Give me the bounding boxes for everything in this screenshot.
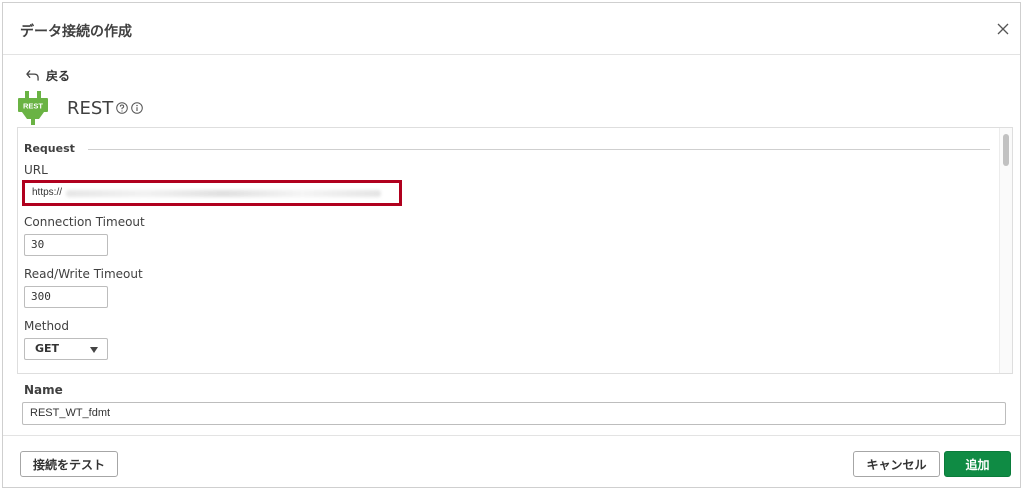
- read-write-timeout-input[interactable]: 300: [24, 286, 108, 308]
- method-label: Method: [24, 319, 70, 333]
- name-input[interactable]: REST_WT_fdmt: [22, 402, 1006, 425]
- back-button[interactable]: 戻る: [25, 67, 70, 84]
- read-write-timeout-label: Read/Write Timeout: [24, 267, 143, 281]
- rest-plug-icon: REST: [18, 91, 48, 125]
- url-highlight-box: https://: [22, 180, 402, 206]
- connection-timeout-label: Connection Timeout: [24, 215, 145, 229]
- scrollbar[interactable]: [999, 128, 1012, 373]
- connector-header: REST REST: [17, 91, 144, 125]
- test-connection-button[interactable]: 接続をテスト: [20, 451, 118, 477]
- section-divider: [88, 149, 990, 150]
- method-value: GET: [35, 342, 60, 355]
- connector-name: REST: [67, 97, 114, 119]
- help-icon[interactable]: [116, 102, 129, 114]
- back-label: 戻る: [46, 69, 71, 83]
- dropdown-caret-icon: [90, 347, 98, 353]
- name-label: Name: [24, 383, 63, 397]
- url-label: URL: [24, 163, 48, 177]
- rest-logo-text: REST: [23, 102, 43, 111]
- section-title: Request: [24, 142, 75, 155]
- back-arrow-icon: [26, 70, 39, 81]
- dialog-title: データ接続の作成: [20, 24, 132, 40]
- url-value: https://: [32, 187, 63, 198]
- request-form-panel: Request URL https:// Connection Timeout …: [17, 127, 1013, 374]
- url-input[interactable]: https://: [27, 184, 397, 202]
- header-divider: [3, 54, 1020, 55]
- url-blurred-text: [66, 189, 382, 197]
- create-connection-dialog: データ接続の作成 戻る REST REST Request URL https:…: [2, 2, 1021, 488]
- connection-timeout-input[interactable]: 30: [24, 234, 108, 256]
- cancel-button[interactable]: キャンセル: [853, 451, 940, 477]
- method-select[interactable]: GET: [24, 338, 108, 360]
- info-icon[interactable]: [131, 102, 144, 114]
- scrollbar-thumb[interactable]: [1003, 134, 1009, 166]
- add-button[interactable]: 追加: [944, 451, 1011, 477]
- footer-divider: [3, 435, 1020, 436]
- close-icon[interactable]: [993, 19, 1013, 39]
